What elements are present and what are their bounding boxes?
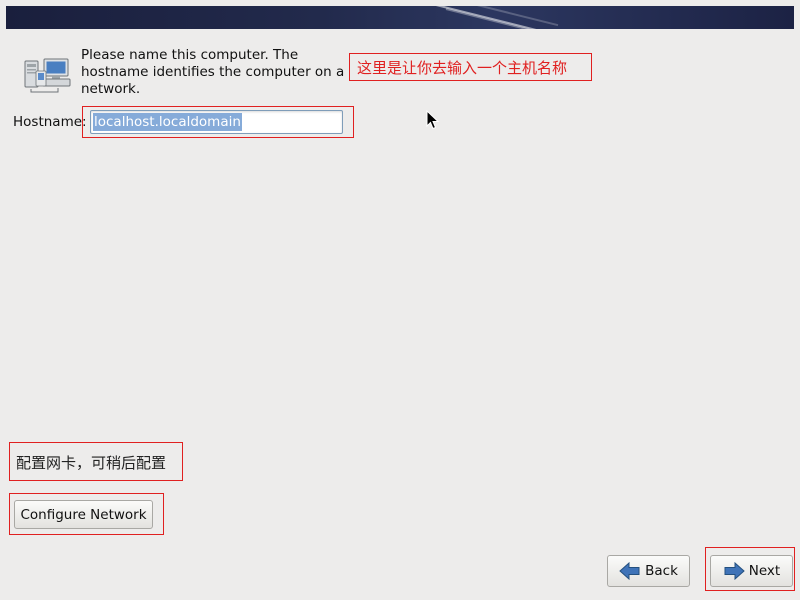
hostname-input[interactable] — [90, 110, 343, 134]
header-banner — [6, 6, 794, 29]
back-label: Back — [645, 563, 678, 579]
installer-window: Please name this computer. The hostname … — [0, 0, 800, 600]
back-button[interactable]: Back — [607, 555, 690, 587]
right-arrow-icon — [724, 562, 745, 580]
hostname-note-text: 这里是让你去输入一个主机名称 — [357, 59, 568, 77]
mouse-pointer-icon — [426, 110, 440, 130]
intro-line-3: network. — [81, 81, 141, 97]
next-button[interactable]: Next — [710, 555, 793, 587]
network-note-text: 配置网卡，可稍后配置 — [16, 454, 167, 472]
hostname-label: Hostname: — [13, 114, 87, 130]
next-label: Next — [748, 563, 781, 579]
intro-description: Please name this computer. The hostname … — [81, 47, 346, 98]
configure-network-button[interactable]: Configure Network — [14, 500, 153, 529]
left-arrow-icon — [619, 562, 640, 580]
intro-line-2: hostname identifies the computer on a — [81, 64, 345, 80]
network-computers-icon — [24, 58, 71, 93]
intro-line-1: Please name this computer. The — [81, 47, 299, 63]
configure-network-label: Configure Network — [20, 506, 147, 523]
